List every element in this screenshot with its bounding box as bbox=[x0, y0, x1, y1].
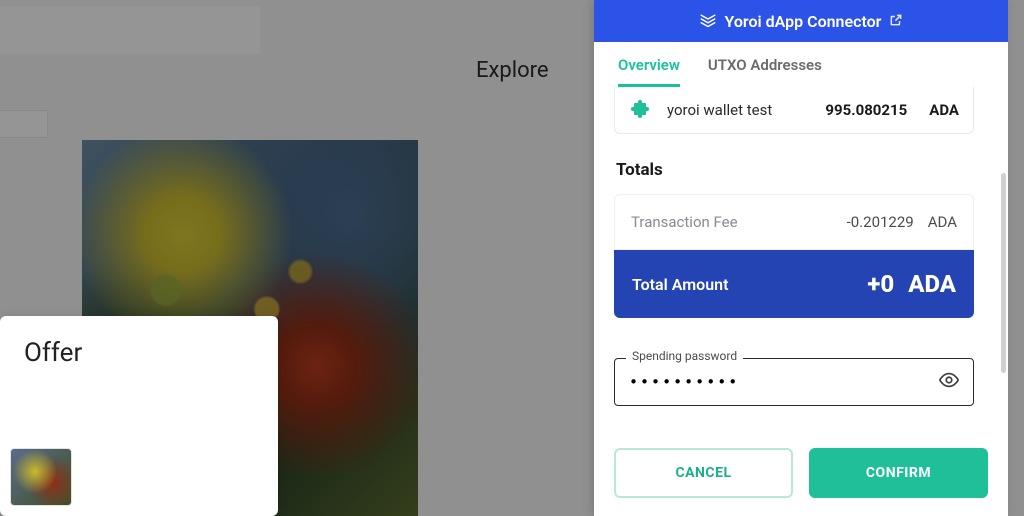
connector-title: Yoroi dApp Connector bbox=[725, 12, 882, 31]
spending-password-input[interactable] bbox=[614, 358, 974, 406]
connector-tabs: Overview UTXO Addresses bbox=[594, 42, 1008, 87]
popout-icon[interactable] bbox=[889, 12, 903, 31]
connector-actions: CANCEL CONFIRM bbox=[594, 430, 1008, 516]
yoroi-logo-icon bbox=[699, 10, 717, 32]
wallet-balance: 995.080215 bbox=[825, 101, 907, 119]
offer-dialog: Offer bbox=[0, 316, 278, 516]
totals-heading: Totals bbox=[616, 160, 988, 180]
tab-overview[interactable]: Overview bbox=[618, 56, 680, 87]
total-value: +0 bbox=[867, 270, 894, 298]
wallet-name: yoroi wallet test bbox=[667, 101, 772, 119]
offer-dialog-title: Offer bbox=[24, 338, 254, 368]
confirm-button[interactable]: CONFIRM bbox=[809, 448, 988, 498]
transaction-fee-row: Transaction Fee -0.201229 ADA bbox=[614, 194, 974, 250]
wallet-row: yoroi wallet test 995.080215 ADA bbox=[614, 87, 974, 134]
total-amount-row: Total Amount +0 ADA bbox=[614, 250, 974, 318]
fee-currency: ADA bbox=[928, 213, 957, 231]
wallet-currency: ADA bbox=[929, 101, 959, 119]
total-currency: ADA bbox=[908, 270, 956, 298]
total-label: Total Amount bbox=[632, 275, 728, 294]
yoroi-connector-panel: Yoroi dApp Connector Overview UTXO Addre… bbox=[594, 0, 1008, 516]
offer-thumbnail bbox=[10, 448, 72, 506]
wallet-puzzle-icon bbox=[629, 97, 655, 123]
tab-utxo-addresses[interactable]: UTXO Addresses bbox=[708, 56, 822, 87]
scrollbar-thumb[interactable] bbox=[1001, 173, 1006, 373]
toggle-password-visibility[interactable] bbox=[934, 365, 964, 399]
fee-value: -0.201229 bbox=[847, 213, 914, 231]
spending-password-field: Spending password bbox=[614, 358, 974, 406]
connector-header: Yoroi dApp Connector bbox=[594, 0, 1008, 42]
password-label: Spending password bbox=[626, 349, 743, 363]
cancel-button[interactable]: CANCEL bbox=[614, 448, 793, 498]
fee-label: Transaction Fee bbox=[631, 213, 738, 231]
eye-icon bbox=[938, 380, 960, 395]
connector-scroll-area: yoroi wallet test 995.080215 ADA Totals … bbox=[594, 87, 1008, 430]
